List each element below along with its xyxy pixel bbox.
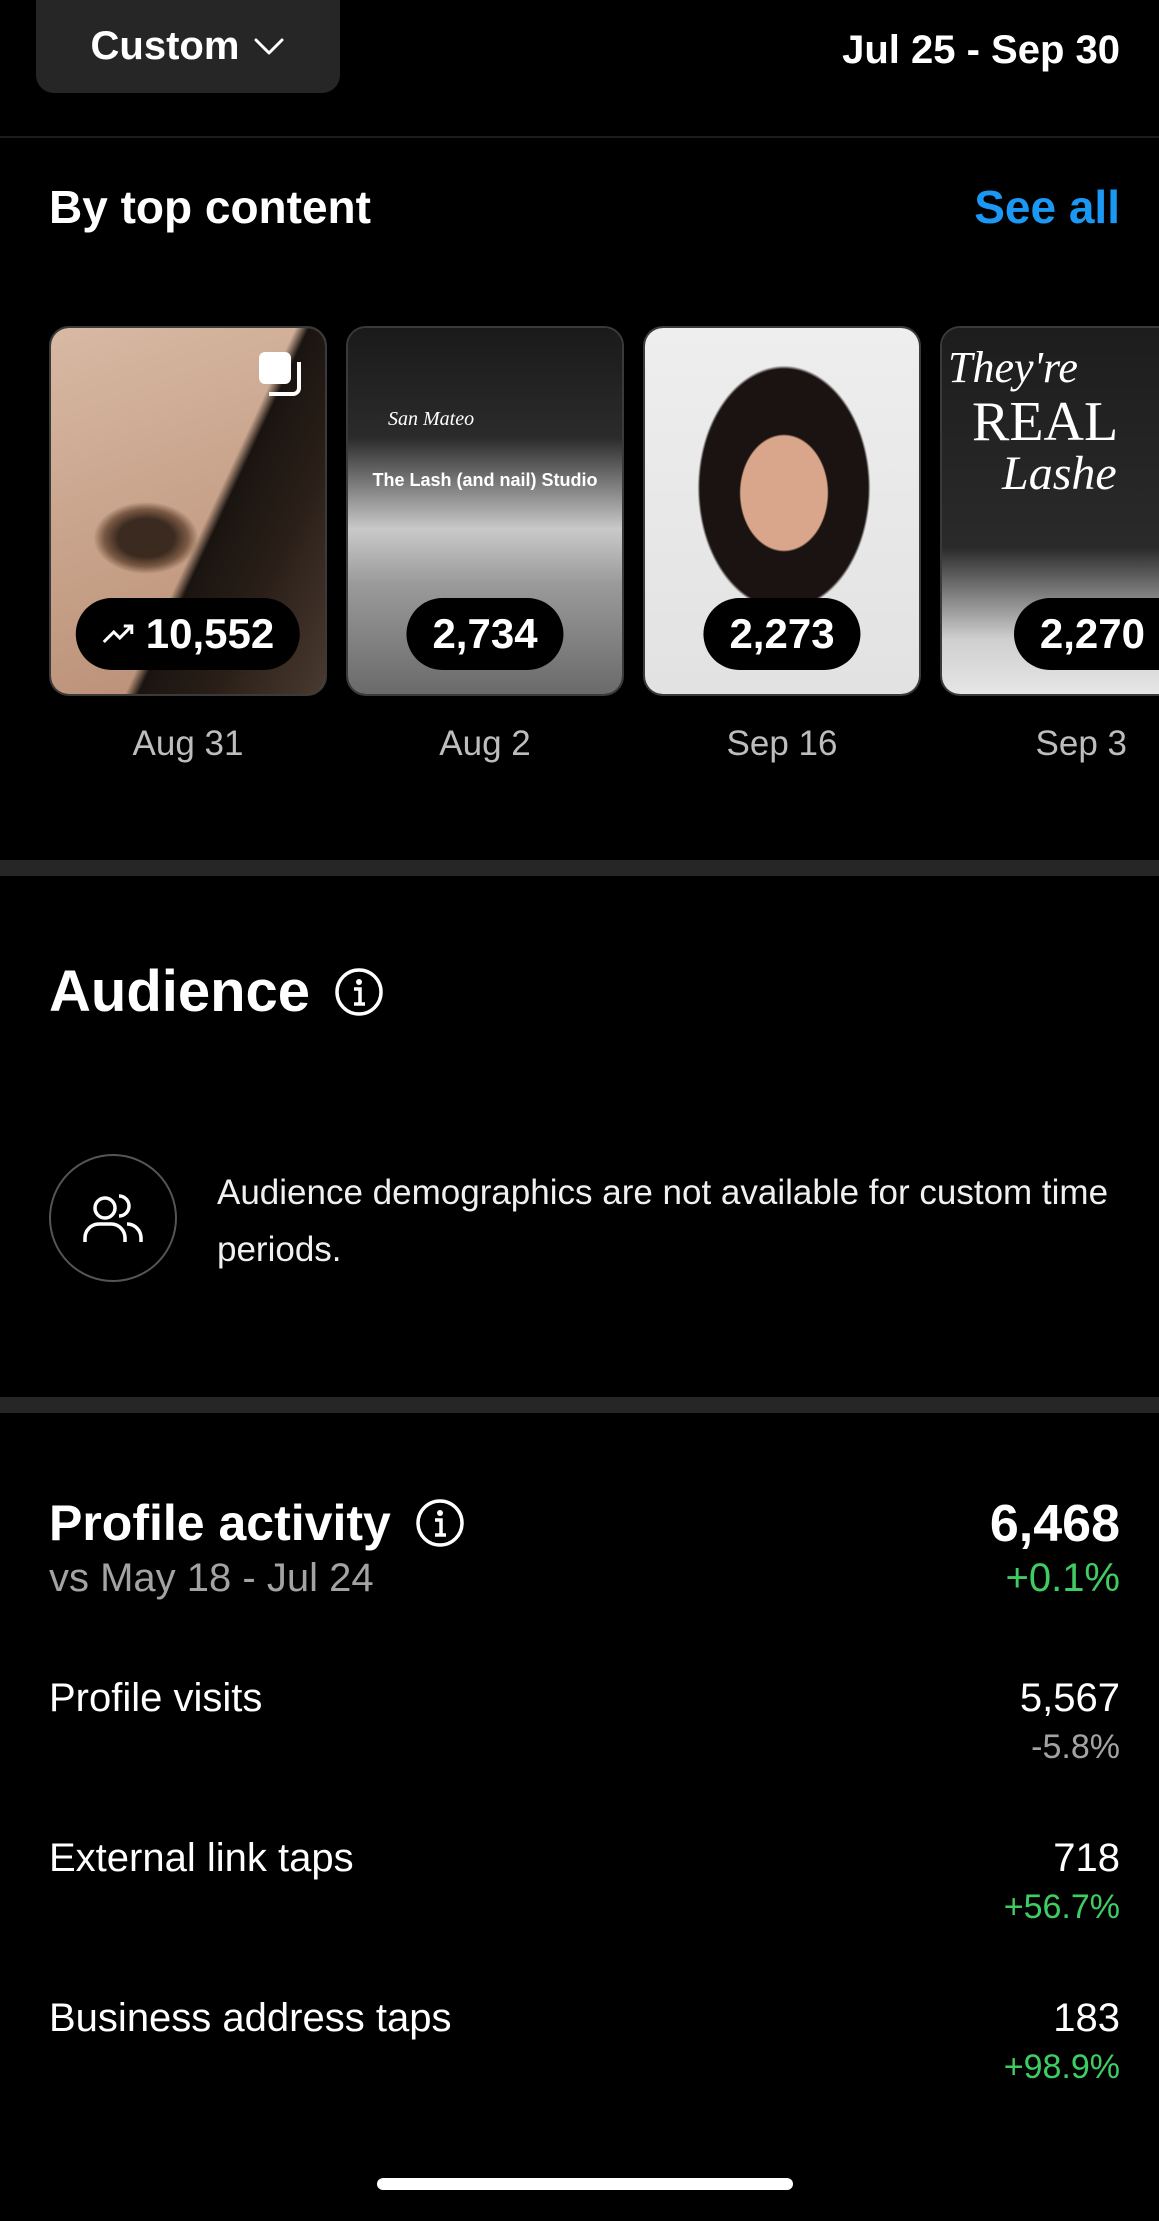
metric-label-external-link-taps: External link taps [49,1836,354,1880]
views-badge: 2,734 [406,598,564,670]
metric-change-business-address-taps: +98.9% [1003,2048,1120,2086]
audience-unavailable-message: Audience demographics are not available … [217,1173,1109,1269]
views-count: 2,270 [1039,610,1145,657]
audience-header: Audience [49,958,384,1025]
content-date: Aug 31 [132,724,244,763]
profile-activity-total: 6,468 [989,1495,1120,1553]
top-content-item-3[interactable]: 2,273 [643,326,921,696]
metric-label-profile-visits: Profile visits [49,1676,263,1720]
audience-icon-container [49,1154,177,1282]
home-indicator[interactable] [377,2178,793,2190]
audience-title: Audience [49,959,311,1024]
views-count: 10,552 [145,610,275,657]
profile-activity-change: +0.1% [1005,1556,1120,1600]
profile-activity-title: Profile activity [49,1495,391,1551]
section-divider [0,860,1159,876]
metric-change-external-link-taps: +56.7% [1003,1888,1120,1926]
section-divider [0,1397,1159,1413]
metric-label-business-address-taps: Business address taps [49,1996,452,2040]
views-badge: 2,273 [703,598,861,670]
content-date: Sep 16 [726,724,838,763]
period-dropdown-label: Custom [90,24,240,68]
content-date: Sep 3 [1035,724,1127,763]
overlay-text: San Mateo [388,408,475,430]
top-content-item-1[interactable]: 10,552 [49,326,327,696]
period-dropdown[interactable]: Custom [36,0,340,93]
views-badge: 2,270 [1013,598,1159,670]
top-content-title: By top content [49,181,371,233]
metric-value-profile-visits: 5,567 [1019,1676,1120,1720]
comparison-period: vs May 18 - Jul 24 [49,1556,374,1600]
divider [0,136,1159,138]
date-range-label: Jul 25 - Sep 30 [842,28,1120,72]
views-count: 2,273 [729,610,835,657]
content-date: Aug 2 [439,724,531,763]
profile-activity-header: Profile activity [49,1494,465,1552]
carousel-icon [259,352,301,396]
overlay-text: They're [948,343,1078,392]
views-badge: 10,552 [75,598,301,670]
overlay-text: Lashe [1002,447,1117,500]
overlay-text: The Lash (and nail) Studio [372,470,598,490]
people-icon [83,1194,143,1242]
metric-change-profile-visits: -5.8% [1031,1728,1120,1766]
trending-up-icon [102,624,134,644]
see-all-link[interactable]: See all [974,180,1120,234]
metric-value-external-link-taps: 718 [1053,1836,1120,1880]
chevron-down-icon [254,38,284,54]
metric-value-business-address-taps: 183 [1053,1996,1120,2040]
info-icon[interactable] [334,967,384,1017]
top-content-item-2[interactable]: San Mateo The Lash (and nail) Studio 2,7… [346,326,624,696]
info-icon[interactable] [415,1498,465,1548]
views-count: 2,734 [432,610,538,657]
top-content-item-4[interactable]: They're REAL Lashe 2,270 [940,326,1159,696]
overlay-text: REAL [972,391,1119,453]
